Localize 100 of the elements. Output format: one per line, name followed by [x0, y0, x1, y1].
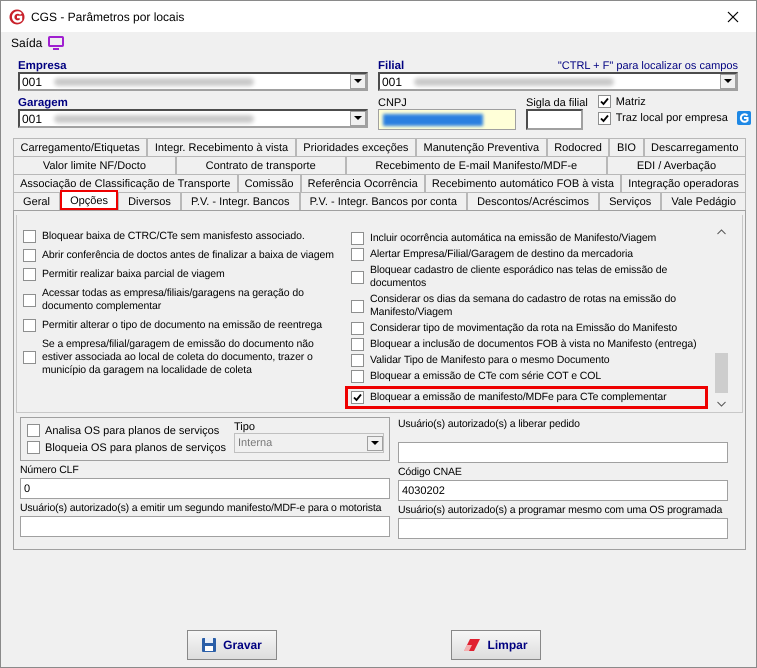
tab[interactable]: Diversos	[118, 192, 181, 210]
tab[interactable]: Geral	[13, 192, 60, 210]
tab[interactable]: Comissão	[238, 174, 301, 192]
tab[interactable]: Carregamento/Etiquetas	[13, 138, 148, 156]
tab[interactable]: Valor limite NF/Docto	[13, 156, 176, 174]
checkbox[interactable]	[351, 270, 364, 284]
input-field[interactable]	[398, 442, 728, 463]
app-logo-icon[interactable]	[736, 111, 751, 125]
option-label: Bloquear a inclusão de documentos FOB à vista no Manifesto (entrega)	[370, 338, 696, 351]
field-value: 001	[22, 112, 42, 126]
tab[interactable]: Vale Pedágio	[661, 192, 746, 210]
checkbox[interactable]	[351, 248, 364, 261]
select-field[interactable]: 001	[18, 72, 368, 91]
tab[interactable]: EDI / Averbação	[607, 156, 746, 174]
checkbox[interactable]	[23, 319, 36, 332]
checkbox[interactable]	[27, 424, 40, 437]
field-label: CNPJ	[378, 96, 408, 109]
tab[interactable]: Recebimento automático FOB à vista	[424, 174, 622, 192]
checkbox-label: Matriz	[616, 96, 646, 108]
checkbox-label: Bloqueia OS para planos de serviços	[45, 442, 226, 454]
window-title: CGS - Parâmetros por locais	[31, 10, 184, 24]
tab[interactable]: BIO	[609, 138, 644, 156]
tab[interactable]: Prioridades exceções	[296, 138, 416, 156]
option-label: Bloquear a emissão de manifesto/MDFe para CTe complementar	[370, 391, 667, 404]
checkbox[interactable]	[351, 370, 364, 383]
input-field[interactable]: 0	[20, 478, 390, 499]
app-logo-icon	[9, 8, 25, 24]
tab[interactable]: Manutenção Preventiva	[416, 138, 547, 156]
tab[interactable]: Associação de Classificação de Transporte	[13, 174, 238, 192]
option-label: Bloquear baixa de CTRC/CTe sem manisfesto associado.	[42, 230, 305, 243]
checkbox[interactable]	[23, 268, 36, 281]
field-label: Garagem	[18, 97, 68, 109]
option-label: Permitir realizar baixa parcial de viagem	[42, 268, 225, 281]
tab[interactable]: Rodocred	[546, 138, 610, 156]
select-field[interactable]: 001	[18, 109, 368, 128]
field-label: Filial	[378, 60, 404, 72]
tab[interactable]: Contrato de transporte	[176, 156, 346, 174]
scroll-thumb[interactable]	[715, 353, 728, 393]
dropdown-button[interactable]	[720, 74, 736, 89]
eraser-icon	[463, 638, 482, 652]
checkbox-label: Analisa OS para planos de serviços	[45, 424, 220, 436]
checkbox[interactable]	[23, 351, 36, 364]
field-label: Usuário(s) autorizado(s) a emitir um segundo manifesto/MDF-e para o motorista	[20, 501, 382, 516]
tab[interactable]: Descontos/Acréscimos	[467, 192, 600, 210]
caret-down-icon	[354, 79, 362, 84]
tab[interactable]: P.V. - Integr. Bancos por conta	[300, 192, 468, 210]
caret-down-icon	[371, 440, 379, 446]
caret-down-icon	[724, 79, 732, 84]
tab[interactable]: Descarregamento	[644, 138, 746, 156]
option-label: Considerar os dias da semana do cadastro de rotas na emissão do Manifesto/Viagem	[370, 293, 677, 319]
tab[interactable]: Recebimento de E-mail Manifesto/MDF-e	[346, 156, 607, 174]
checkbox[interactable]	[23, 249, 36, 262]
field-label: Tipo	[234, 421, 256, 433]
monitor-icon[interactable]	[48, 36, 64, 50]
checkbox[interactable]	[351, 232, 364, 245]
checkbox[interactable]	[598, 95, 611, 108]
option-label: Incluir ocorrência automática na emissão de Manifesto/Viagem	[370, 232, 656, 245]
clear-button[interactable]: Limpar	[450, 630, 540, 660]
checkbox[interactable]	[351, 300, 364, 312]
checkbox[interactable]	[23, 230, 36, 243]
option-label: Validar Tipo de Manifesto para o mesmo Documento	[370, 354, 610, 367]
input-field[interactable]	[398, 518, 728, 539]
tab[interactable]: Integr. Recebimento à vista	[147, 138, 296, 156]
tab[interactable]: Integração operadoras	[621, 174, 746, 192]
field-value: 001	[382, 74, 402, 88]
field-value: 001	[22, 74, 42, 88]
tab[interactable]: P.V. - Integr. Bancos	[180, 192, 300, 210]
tab[interactable]: Opções	[60, 190, 118, 210]
tab[interactable]: Referência Ocorrência	[300, 174, 425, 192]
menu-item[interactable]: Saída	[11, 36, 42, 50]
input-field[interactable]	[378, 109, 516, 130]
checkbox[interactable]	[351, 338, 364, 351]
input-field[interactable]	[526, 109, 583, 130]
save-button[interactable]: Gravar	[186, 630, 276, 660]
hint-text: "CTRL + F" para localizar os campos	[558, 60, 738, 72]
option-label: Alertar Empresa/Filial/Garagem de destino da mercadoria	[370, 248, 633, 261]
field-label: Sigla da filial	[526, 96, 588, 109]
checkbox-label: Traz local por empresa	[616, 112, 728, 124]
checkbox[interactable]	[23, 294, 36, 306]
dropdown-button[interactable]	[350, 74, 366, 89]
option-label: Bloquear cadastro de cliente esporádico nas telas de emissão de documentos	[370, 264, 668, 290]
close-icon	[727, 10, 739, 22]
option-label: Considerar tipo de movimentação da rota na Emissão do Manifesto	[370, 322, 678, 335]
field-label: Número CLF	[20, 463, 80, 478]
field-label: Empresa	[18, 60, 67, 72]
checkbox[interactable]	[351, 354, 364, 367]
input-field[interactable]	[20, 516, 390, 537]
select-field[interactable]: 001	[378, 72, 738, 91]
field-label: Usuário(s) autorizado(s) a liberar pedido	[398, 417, 581, 432]
scroll-down-icon[interactable]	[717, 401, 726, 407]
dropdown-button[interactable]	[350, 111, 366, 126]
checkbox[interactable]	[351, 391, 364, 404]
input-field[interactable]: 4030202	[398, 480, 728, 501]
option-label: Abrir conferência de doctos antes de finalizar a baixa de viagem	[42, 249, 334, 262]
tab[interactable]: Serviços	[599, 192, 662, 210]
scroll-up-icon[interactable]	[717, 229, 726, 235]
checkbox[interactable]	[351, 322, 364, 335]
checkbox[interactable]	[27, 441, 40, 454]
checkbox[interactable]	[598, 112, 611, 124]
option-label: Permitir alterar o tipo de documento na emissão de reentrega	[42, 319, 322, 332]
